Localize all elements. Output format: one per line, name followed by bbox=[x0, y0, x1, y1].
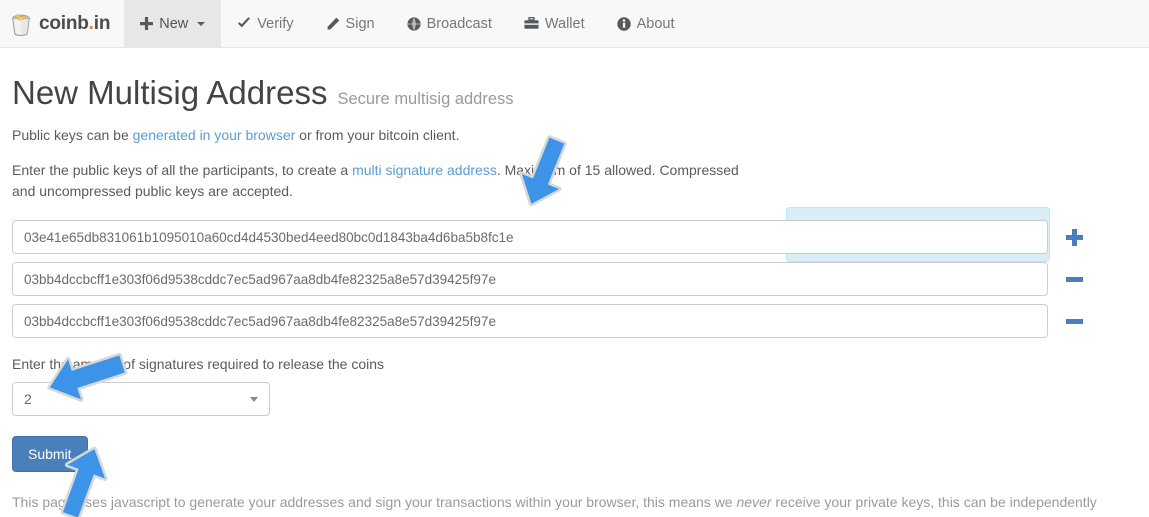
plus-icon bbox=[1065, 228, 1083, 246]
nav-item-label: New bbox=[159, 15, 189, 32]
intro-text: Public keys can be generated in your bro… bbox=[12, 125, 757, 202]
signatures-required-label: Enter the amount of signatures required … bbox=[12, 356, 384, 372]
multi-signature-address-link[interactable]: multi signature address bbox=[352, 162, 497, 178]
public-key-input-1[interactable] bbox=[12, 220, 1048, 254]
page-root: coinb.in New Verify Sign Broadcast Walle… bbox=[0, 0, 1149, 517]
brand-logo-link[interactable]: coinb.in bbox=[0, 0, 124, 47]
signatures-required-select[interactable]: 1 2 3 bbox=[12, 382, 270, 416]
footer-note: This page uses javascript to generate yo… bbox=[12, 492, 1137, 517]
brand-name: coinb.in bbox=[39, 12, 111, 34]
info-icon bbox=[616, 16, 631, 31]
nav-item-new[interactable]: New bbox=[124, 0, 222, 47]
page-subtitle: Secure multisig address bbox=[337, 90, 514, 108]
public-key-rows bbox=[12, 220, 1137, 338]
minus-icon bbox=[1065, 313, 1083, 330]
nav-item-about[interactable]: About bbox=[601, 0, 691, 47]
intro-p1-after: or from your bitcoin client. bbox=[295, 127, 460, 143]
public-key-row bbox=[12, 304, 1137, 338]
generated-in-browser-link[interactable]: generated in your browser bbox=[133, 127, 296, 143]
intro-p1-before: Public keys can be bbox=[12, 127, 133, 143]
page-title: New Multisig Address bbox=[12, 74, 328, 111]
footer-emphasis: never bbox=[736, 494, 772, 510]
navbar-items: New Verify Sign Broadcast Wallet About bbox=[124, 0, 690, 47]
main-content: New Multisig Address Secure multisig add… bbox=[0, 76, 1149, 517]
intro-p2-before: Enter the public keys of all the partici… bbox=[12, 162, 353, 178]
public-key-row bbox=[12, 220, 1137, 254]
nav-item-wallet[interactable]: Wallet bbox=[508, 0, 601, 47]
coin-bucket-logo-icon bbox=[10, 12, 32, 36]
add-key-button[interactable] bbox=[1055, 220, 1093, 254]
nav-item-label: Broadcast bbox=[426, 15, 492, 32]
nav-item-broadcast[interactable]: Broadcast bbox=[391, 0, 508, 47]
nav-item-label: Verify bbox=[257, 15, 294, 32]
public-key-row bbox=[12, 262, 1137, 296]
plus-icon bbox=[140, 17, 154, 30]
remove-key-button[interactable] bbox=[1055, 262, 1093, 296]
public-key-input-3[interactable] bbox=[12, 304, 1048, 338]
minus-icon bbox=[1065, 271, 1083, 288]
chevron-down-icon bbox=[197, 21, 206, 26]
nav-item-label: Wallet bbox=[544, 15, 585, 32]
nav-item-sign[interactable]: Sign bbox=[310, 0, 391, 47]
signatures-select-wrapper: 1 2 3 bbox=[12, 382, 270, 416]
remove-key-button[interactable] bbox=[1055, 304, 1093, 338]
main-navbar: coinb.in New Verify Sign Broadcast Walle… bbox=[0, 0, 1149, 48]
briefcase-icon bbox=[524, 17, 539, 30]
nav-item-label: Sign bbox=[345, 15, 375, 32]
nav-item-verify[interactable]: Verify bbox=[221, 0, 309, 47]
page-header: New Multisig Address Secure multisig add… bbox=[12, 76, 1137, 109]
footer-part-1: This page uses javascript to generate yo… bbox=[12, 494, 737, 510]
public-key-input-2[interactable] bbox=[12, 262, 1048, 296]
nav-item-label: About bbox=[636, 15, 675, 32]
globe-icon bbox=[406, 16, 421, 31]
pencil-icon bbox=[326, 17, 340, 31]
intro-paragraph-2: Enter the public keys of all the partici… bbox=[12, 160, 757, 202]
intro-paragraph-1: Public keys can be generated in your bro… bbox=[12, 125, 757, 146]
check-icon bbox=[237, 17, 251, 30]
submit-button[interactable]: Submit bbox=[12, 436, 88, 472]
